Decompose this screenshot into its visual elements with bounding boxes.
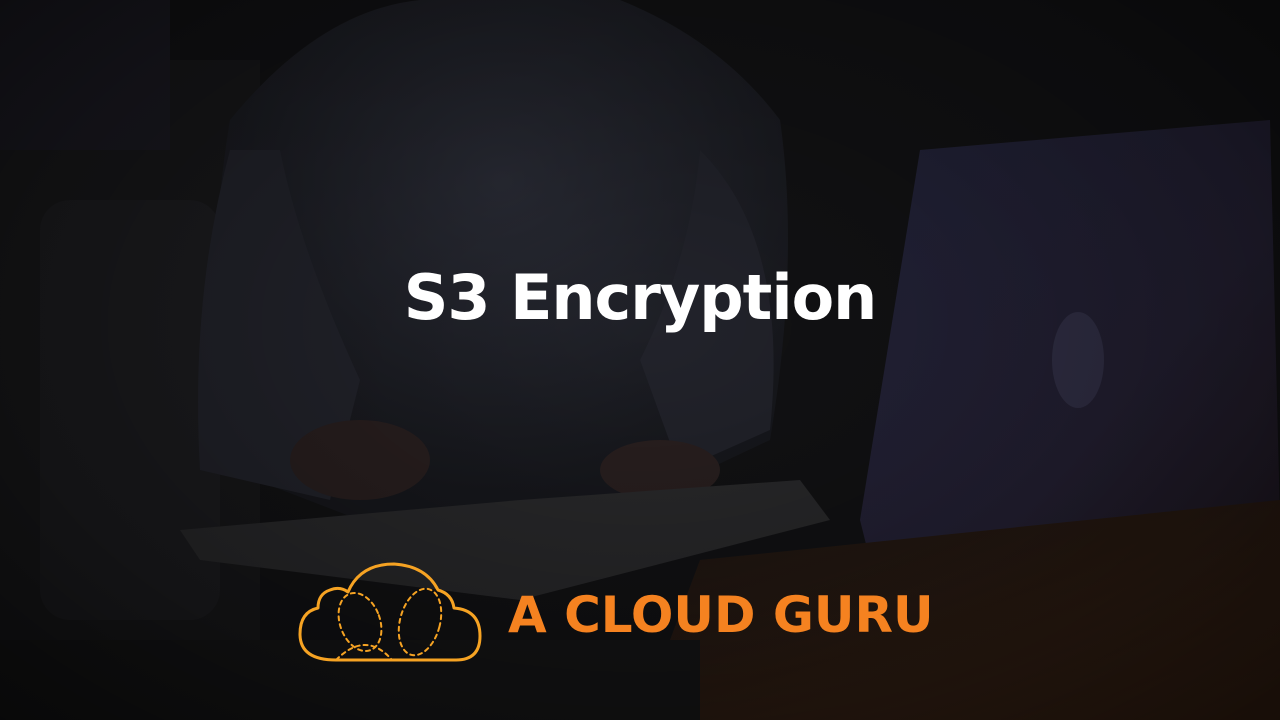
brand-name: A CLOUD GURU bbox=[508, 586, 934, 644]
cloud-logo-icon bbox=[298, 562, 482, 662]
slide-title: S3 Encryption bbox=[403, 261, 878, 334]
brand-lockup: A CLOUD GURU bbox=[296, 560, 934, 664]
title-slide: S3 Encryption A CLOUD GURU bbox=[0, 0, 1280, 720]
